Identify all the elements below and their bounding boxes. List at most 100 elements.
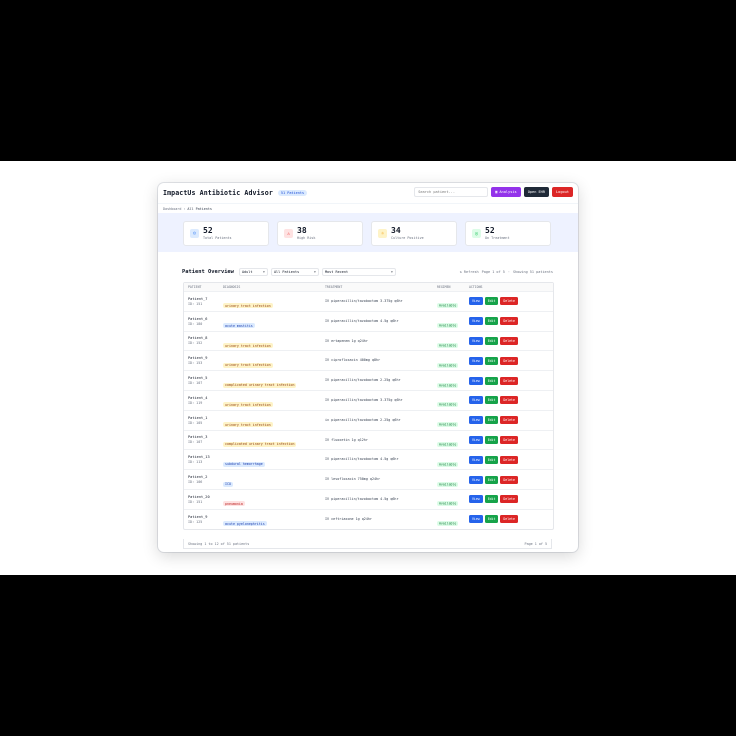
patient-name[interactable]: Patient_20 bbox=[188, 495, 223, 499]
table-footer: Showing 1 to 12 of 51 patients Page 1 of… bbox=[183, 539, 552, 549]
patient-name[interactable]: Patient_8 bbox=[188, 336, 223, 340]
regimen-badge: Available bbox=[437, 382, 459, 388]
view-button[interactable]: View bbox=[469, 515, 483, 524]
patient-name[interactable]: Patient_13 bbox=[188, 455, 223, 459]
actions-cell: View Edit Delete bbox=[469, 317, 553, 326]
diagnosis-badge: urinary tract infection bbox=[223, 422, 273, 428]
stat-value: 38 bbox=[297, 226, 307, 235]
logout-button[interactable]: Logout bbox=[552, 187, 573, 197]
edit-button[interactable]: Edit bbox=[484, 455, 499, 464]
patient-id: ID: 113 bbox=[188, 460, 203, 465]
patient-name[interactable]: Patient_6 bbox=[188, 317, 223, 321]
delete-button[interactable]: Delete bbox=[500, 297, 518, 306]
view-button[interactable]: View bbox=[469, 435, 483, 444]
view-button[interactable]: View bbox=[469, 475, 483, 484]
open-ehr-button[interactable]: Open EHR bbox=[523, 187, 550, 197]
view-button[interactable]: View bbox=[469, 455, 483, 464]
view-button[interactable]: View bbox=[469, 356, 483, 365]
treatment-cell: IV piperacillin/tazobactam 4.5g q6hr bbox=[325, 457, 437, 462]
view-button[interactable]: View bbox=[469, 396, 483, 405]
treatment-cell: IV piperacillin/tazobactam 3.375g q6hr bbox=[325, 398, 437, 403]
patient-cell: Patient_8 ID: 152 bbox=[184, 336, 223, 345]
diagnosis-cell: subdural hemorrhage bbox=[223, 450, 325, 469]
table-row: Patient_9 ID: 125 acute pyelonephritis IV c… bbox=[184, 508, 553, 529]
target-icon: ◎ bbox=[472, 229, 481, 238]
delete-button[interactable]: Delete bbox=[500, 356, 518, 365]
patient-id: ID: 125 bbox=[188, 519, 203, 524]
delete-button[interactable]: Delete bbox=[500, 515, 518, 524]
chevron-down-icon: ▾ bbox=[390, 270, 393, 274]
view-button[interactable]: View bbox=[469, 376, 483, 385]
edit-button[interactable]: Edit bbox=[484, 297, 499, 306]
delete-button[interactable]: Delete bbox=[500, 396, 518, 405]
treatment-text: IV ertapenem 1g q24hr bbox=[325, 338, 368, 343]
treatment-cell: IV piperacillin/tazobactam 4.5g q6hr bbox=[325, 497, 437, 502]
delete-button[interactable]: Delete bbox=[500, 376, 518, 385]
patient-name[interactable]: Patient_7 bbox=[188, 297, 223, 301]
patient-name[interactable]: Patient_9 bbox=[188, 515, 223, 519]
view-button[interactable]: View bbox=[469, 495, 483, 504]
patient-name[interactable]: Patient_5 bbox=[188, 376, 223, 380]
refresh-button[interactable]: ↻ Refresh bbox=[460, 270, 479, 274]
column-header: REGIMEN bbox=[437, 285, 451, 289]
edit-button[interactable]: Edit bbox=[484, 396, 499, 405]
patient-name[interactable]: Patient_2 bbox=[188, 475, 223, 479]
treatment-cell: IV ciprofloxacin 400mg q8hr bbox=[325, 358, 437, 363]
breadcrumb-root[interactable]: Dashboard bbox=[163, 207, 181, 211]
actions-cell: View Edit Delete bbox=[469, 376, 553, 385]
view-button[interactable]: View bbox=[469, 336, 483, 345]
patient-cell: Patient_7 ID: 151 bbox=[184, 297, 223, 306]
search-input[interactable] bbox=[414, 187, 489, 197]
edit-button[interactable]: Edit bbox=[484, 317, 499, 326]
actions-cell: View Edit Delete bbox=[469, 515, 553, 524]
edit-button[interactable]: Edit bbox=[484, 376, 499, 385]
analysis-button[interactable]: ▦ Analysis bbox=[491, 187, 521, 197]
delete-button[interactable]: Delete bbox=[500, 495, 518, 504]
app-title: ImpactUs Antibiotic Advisor bbox=[163, 189, 273, 197]
view-button[interactable]: View bbox=[469, 317, 483, 326]
patient-filter-select[interactable]: All Patients ▾ bbox=[270, 268, 319, 276]
edit-button[interactable]: Edit bbox=[484, 435, 499, 444]
patient-name[interactable]: Patient_4 bbox=[188, 396, 223, 400]
view-button[interactable]: View bbox=[469, 416, 483, 425]
delete-button[interactable]: Delete bbox=[500, 455, 518, 464]
delete-button[interactable]: Delete bbox=[500, 435, 518, 444]
delete-button[interactable]: Delete bbox=[500, 336, 518, 345]
footer-showing: Showing 1 to 12 of 51 patients bbox=[188, 541, 250, 546]
patient-name[interactable]: Patient_3 bbox=[188, 435, 223, 439]
diagnosis-cell: urinary tract infection bbox=[223, 411, 325, 430]
actions-cell: View Edit Delete bbox=[469, 435, 553, 444]
edit-button[interactable]: Edit bbox=[484, 356, 499, 365]
delete-button[interactable]: Delete bbox=[500, 416, 518, 425]
edit-button[interactable]: Edit bbox=[484, 515, 499, 524]
regimen-badge: Available bbox=[437, 481, 459, 487]
regimen-cell: Available bbox=[437, 430, 469, 449]
diagnosis-cell: ICU bbox=[223, 470, 325, 489]
patient-id: ID: 106 bbox=[188, 480, 203, 485]
edit-button[interactable]: Edit bbox=[484, 336, 499, 345]
delete-button[interactable]: Delete bbox=[500, 475, 518, 484]
edit-button[interactable]: Edit bbox=[484, 416, 499, 425]
patient-name[interactable]: Patient_1 bbox=[188, 416, 223, 420]
edit-button[interactable]: Edit bbox=[484, 495, 499, 504]
patient-cell: Patient_5 ID: 107 bbox=[184, 376, 223, 385]
sort-select[interactable]: Most Recent ▾ bbox=[321, 268, 396, 276]
age-filter-select[interactable]: Adult ▾ bbox=[238, 268, 268, 276]
app-window: ImpactUs Antibiotic Advisor 51 Patients … bbox=[158, 183, 578, 552]
column-header: TREATMENT bbox=[325, 285, 343, 289]
diagnosis-cell: urinary tract infection bbox=[223, 292, 325, 311]
treatment-text: IV piperacillin/tazobactam 4.5g q6hr bbox=[325, 457, 399, 462]
patient-name[interactable]: Patient_9 bbox=[188, 356, 223, 360]
chevron-down-icon: ▾ bbox=[262, 270, 265, 274]
view-button[interactable]: View bbox=[469, 297, 483, 306]
table-row: Patient_13 ID: 113 subdural hemorrhage IV p… bbox=[184, 449, 553, 469]
table-row: Patient_1 ID: 105 urinary tract infection i… bbox=[184, 409, 553, 430]
delete-button[interactable]: Delete bbox=[500, 317, 518, 326]
stats-section: ☺ 52 Total Patients ⚠ 38 High Risk ☼ 34 … bbox=[158, 213, 578, 252]
stat-label: On Treatment bbox=[485, 236, 510, 240]
edit-button[interactable]: Edit bbox=[484, 475, 499, 484]
breadcrumb-current: All Patients bbox=[187, 206, 212, 211]
treatment-cell: IV piperacillin/tazobactam 4.5g q6hr bbox=[325, 319, 437, 324]
patient-cell: Patient_1 ID: 105 bbox=[184, 416, 223, 425]
patients-count-badge: 51 Patients bbox=[277, 190, 308, 196]
